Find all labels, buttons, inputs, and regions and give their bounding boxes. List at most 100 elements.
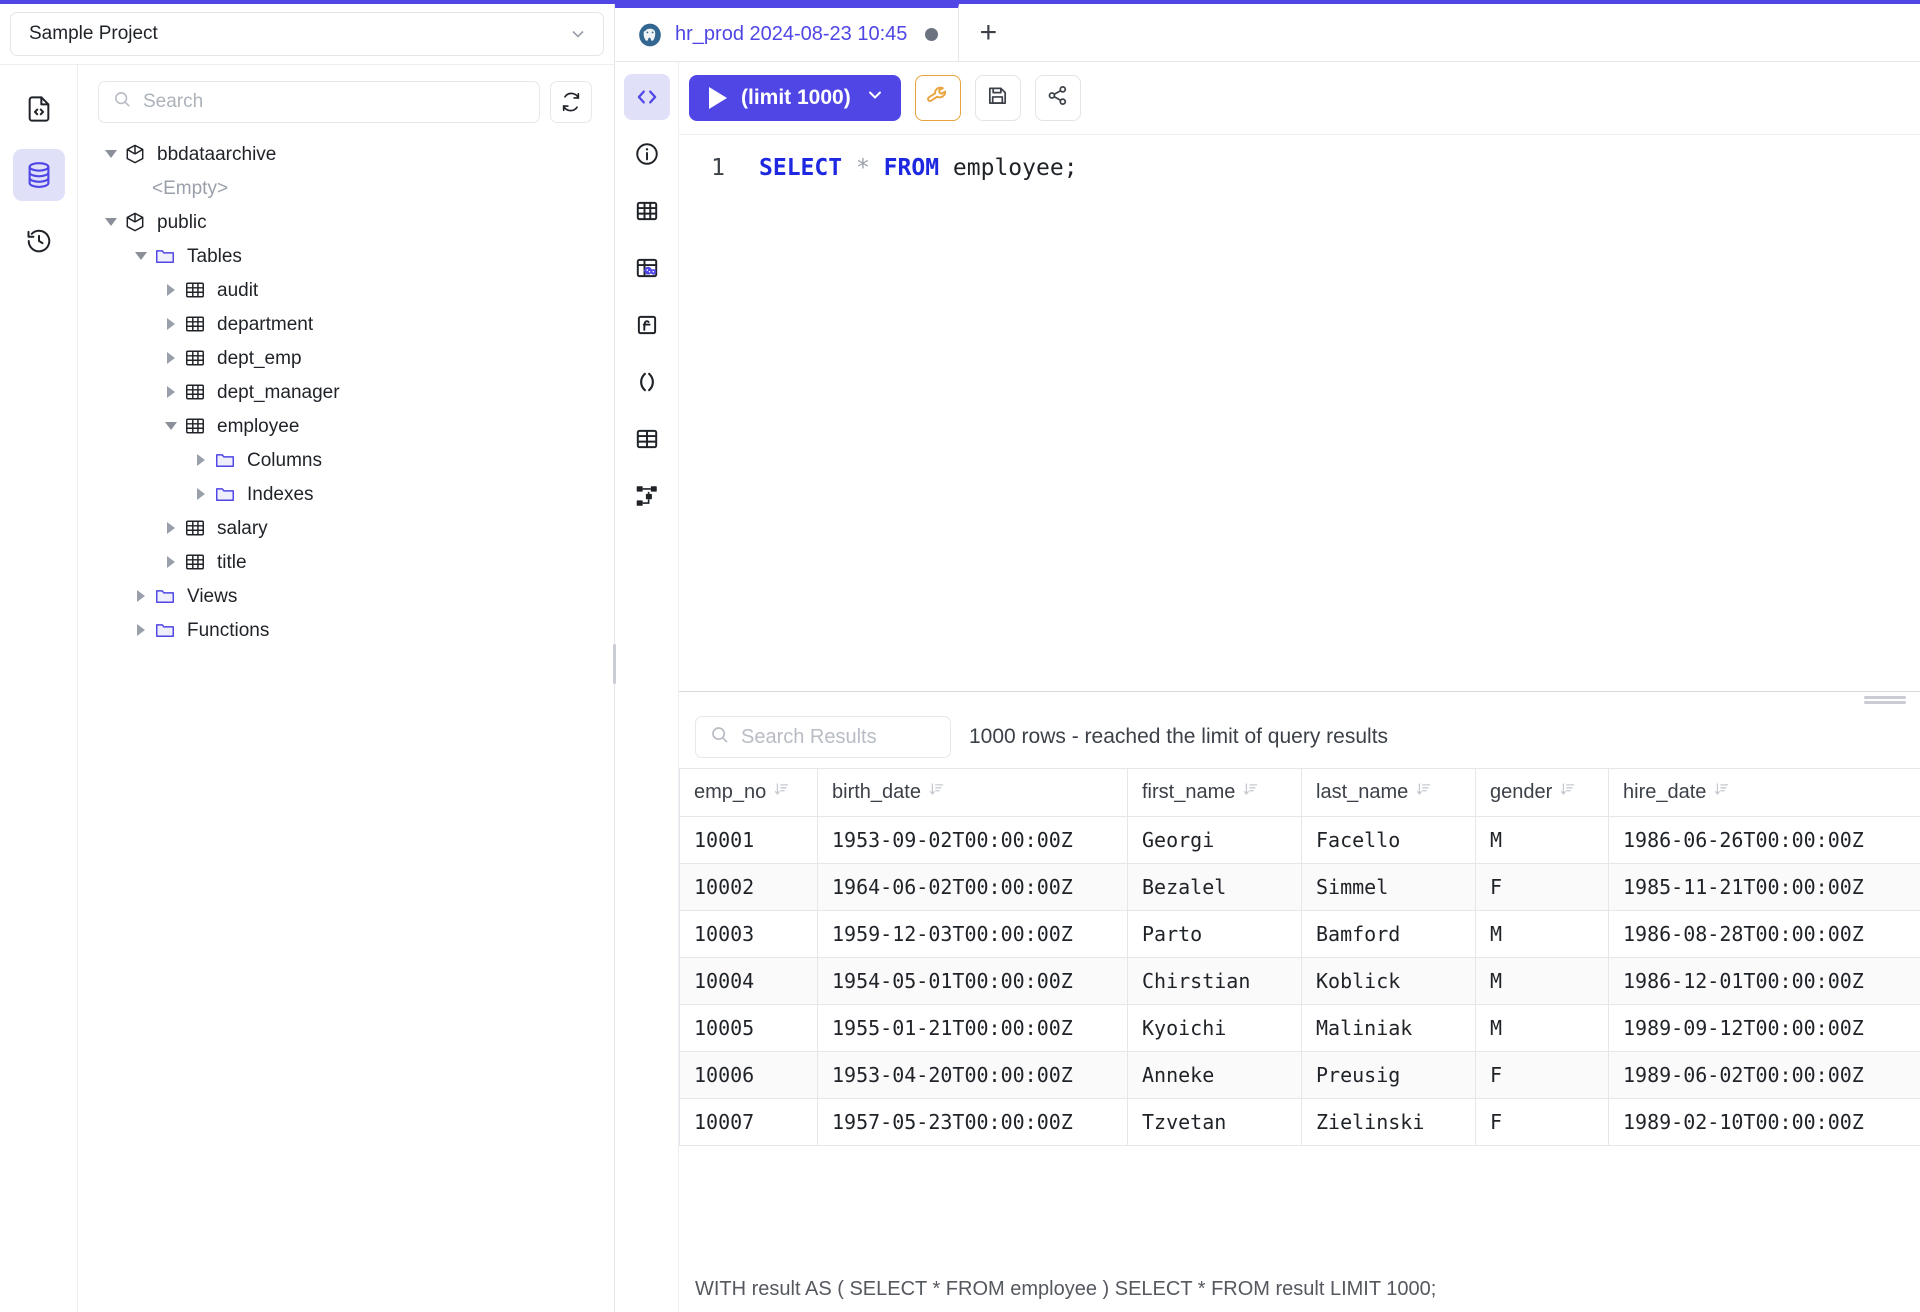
chevron-down-icon[interactable] bbox=[130, 252, 152, 260]
sort-icon[interactable] bbox=[774, 781, 791, 804]
sort-icon[interactable] bbox=[1560, 781, 1577, 804]
results-resizer[interactable] bbox=[679, 692, 1920, 706]
cell-gender[interactable]: M bbox=[1475, 910, 1609, 958]
tree-item-views[interactable]: Views bbox=[78, 579, 614, 613]
column-header-gender[interactable]: gender bbox=[1475, 768, 1609, 817]
function-icon[interactable] bbox=[624, 302, 670, 348]
table-row[interactable]: 10003 1959-12-03T00:00:00Z Parto Bamford M 19… bbox=[679, 910, 1920, 958]
cell-last_name[interactable]: Facello bbox=[1301, 816, 1476, 864]
tree-item-empty[interactable]: <Empty> bbox=[78, 171, 614, 205]
new-tab-button[interactable]: + bbox=[959, 4, 1017, 61]
chevron-right-icon[interactable] bbox=[190, 488, 212, 500]
history-icon[interactable] bbox=[13, 215, 65, 267]
column-header-first_name[interactable]: first_name bbox=[1127, 768, 1302, 817]
chevron-right-icon[interactable] bbox=[130, 590, 152, 602]
cell-emp_no[interactable]: 10005 bbox=[679, 1004, 818, 1052]
cell-birth_date[interactable]: 1957-05-23T00:00:00Z bbox=[817, 1098, 1128, 1146]
chevron-right-icon[interactable] bbox=[160, 556, 182, 568]
chevron-right-icon[interactable] bbox=[160, 352, 182, 364]
sort-icon[interactable] bbox=[1243, 781, 1260, 804]
tree-item-public[interactable]: public bbox=[78, 205, 614, 239]
table-row[interactable]: 10007 1957-05-23T00:00:00Z Tzvetan Zielinsk… bbox=[679, 1098, 1920, 1146]
table-row[interactable]: 10004 1954-05-01T00:00:00Z Chirstian Koblic… bbox=[679, 957, 1920, 1005]
cell-first_name[interactable]: Parto bbox=[1127, 910, 1302, 958]
cell-emp_no[interactable]: 10006 bbox=[679, 1051, 818, 1099]
chevron-right-icon[interactable] bbox=[160, 386, 182, 398]
sort-icon[interactable] bbox=[929, 781, 946, 804]
cell-gender[interactable]: F bbox=[1475, 863, 1609, 911]
cell-emp_no[interactable]: 10007 bbox=[679, 1098, 818, 1146]
cell-emp_no[interactable]: 10001 bbox=[679, 816, 818, 864]
share-button[interactable] bbox=[1034, 75, 1081, 121]
cell-last_name[interactable]: Zielinski bbox=[1301, 1098, 1476, 1146]
chevron-right-icon[interactable] bbox=[160, 522, 182, 534]
project-selector[interactable]: Sample Project bbox=[10, 12, 604, 56]
chevron-right-icon[interactable] bbox=[160, 284, 182, 296]
cell-emp_no[interactable]: 10002 bbox=[679, 863, 818, 911]
refresh-icon[interactable] bbox=[550, 81, 592, 123]
cell-last_name[interactable]: Preusig bbox=[1301, 1051, 1476, 1099]
cell-hire_date[interactable]: 1986-12-01T00:00:00Z bbox=[1608, 957, 1920, 1005]
cell-gender[interactable]: F bbox=[1475, 1098, 1609, 1146]
cell-gender[interactable]: M bbox=[1475, 957, 1609, 1005]
cell-first_name[interactable]: Kyoichi bbox=[1127, 1004, 1302, 1052]
cell-birth_date[interactable]: 1953-09-02T00:00:00Z bbox=[817, 816, 1128, 864]
cell-hire_date[interactable]: 1989-09-12T00:00:00Z bbox=[1608, 1004, 1920, 1052]
chevron-right-icon[interactable] bbox=[130, 624, 152, 636]
tab-hr-prod[interactable]: hr_prod 2024-08-23 10:45 bbox=[615, 4, 960, 61]
cell-last_name[interactable]: Bamford bbox=[1301, 910, 1476, 958]
chevron-right-icon[interactable] bbox=[160, 318, 182, 330]
sql-editor[interactable]: 1 SELECT * FROM employee; bbox=[679, 134, 1920, 691]
left-panel-resizer[interactable] bbox=[610, 4, 618, 1312]
tree-item-dept_emp[interactable]: dept_emp bbox=[78, 341, 614, 375]
cell-emp_no[interactable]: 10003 bbox=[679, 910, 818, 958]
cell-birth_date[interactable]: 1964-06-02T00:00:00Z bbox=[817, 863, 1128, 911]
cell-gender[interactable]: F bbox=[1475, 1051, 1609, 1099]
chevron-down-icon[interactable] bbox=[100, 218, 122, 226]
table-row[interactable]: 10006 1953-04-20T00:00:00Z Anneke Preusig F 1… bbox=[679, 1051, 1920, 1099]
table-row[interactable]: 10001 1953-09-02T00:00:00Z Georgi Facello M 1… bbox=[679, 816, 1920, 864]
cell-birth_date[interactable]: 1959-12-03T00:00:00Z bbox=[817, 910, 1128, 958]
info-circle-icon[interactable] bbox=[624, 131, 670, 177]
chevron-down-icon[interactable] bbox=[160, 422, 182, 430]
run-options-chevron-down-icon[interactable] bbox=[865, 85, 885, 111]
column-header-birth_date[interactable]: birth_date bbox=[817, 768, 1128, 817]
cell-first_name[interactable]: Georgi bbox=[1127, 816, 1302, 864]
cell-hire_date[interactable]: 1986-06-26T00:00:00Z bbox=[1608, 816, 1920, 864]
results-grid[interactable]: emp_no birth_date first_name last_name gende… bbox=[679, 768, 1920, 1266]
database-icon[interactable] bbox=[12, 149, 65, 201]
sort-icon[interactable] bbox=[1714, 781, 1731, 804]
format-sql-button[interactable] bbox=[914, 75, 961, 121]
table-row[interactable]: 10005 1955-01-21T00:00:00Z Kyoichi Maliniak… bbox=[679, 1004, 1920, 1052]
run-query-button[interactable]: (limit 1000) bbox=[689, 75, 901, 121]
cell-birth_date[interactable]: 1955-01-21T00:00:00Z bbox=[817, 1004, 1128, 1052]
cell-first_name[interactable]: Anneke bbox=[1127, 1051, 1302, 1099]
parentheses-icon[interactable] bbox=[624, 359, 670, 405]
tab-dirty-indicator[interactable] bbox=[925, 28, 939, 41]
table-grid-alt-icon[interactable] bbox=[624, 416, 670, 462]
tree-item-title[interactable]: title bbox=[78, 545, 614, 579]
cell-gender[interactable]: M bbox=[1475, 816, 1609, 864]
tree-item-columns[interactable]: Columns bbox=[78, 443, 614, 477]
column-header-last_name[interactable]: last_name bbox=[1301, 768, 1476, 817]
tree-item-salary[interactable]: salary bbox=[78, 511, 614, 545]
cell-last_name[interactable]: Koblick bbox=[1301, 957, 1476, 1005]
table-grid-icon[interactable] bbox=[624, 188, 670, 234]
cell-hire_date[interactable]: 1986-08-28T00:00:00Z bbox=[1608, 910, 1920, 958]
chevron-right-icon[interactable] bbox=[190, 454, 212, 466]
results-search-input[interactable]: Search Results bbox=[695, 716, 951, 758]
tree-item-audit[interactable]: audit bbox=[78, 273, 614, 307]
cell-hire_date[interactable]: 1989-02-10T00:00:00Z bbox=[1608, 1098, 1920, 1146]
cell-hire_date[interactable]: 1985-11-21T00:00:00Z bbox=[1608, 863, 1920, 911]
cell-gender[interactable]: M bbox=[1475, 1004, 1609, 1052]
search-input[interactable]: Search bbox=[98, 81, 540, 123]
cell-first_name[interactable]: Chirstian bbox=[1127, 957, 1302, 1005]
table-row[interactable]: 10002 1964-06-02T00:00:00Z Bezalel Simmel F 1… bbox=[679, 863, 1920, 911]
sql-code-text[interactable]: SELECT * FROM employee; bbox=[737, 155, 1078, 181]
file-code-icon[interactable] bbox=[13, 83, 65, 135]
sort-icon[interactable] bbox=[1416, 781, 1433, 804]
cell-first_name[interactable]: Tzvetan bbox=[1127, 1098, 1302, 1146]
column-header-emp_no[interactable]: emp_no bbox=[679, 768, 818, 817]
table-data-icon[interactable] bbox=[624, 245, 670, 291]
tree-item-employee[interactable]: employee bbox=[78, 409, 614, 443]
